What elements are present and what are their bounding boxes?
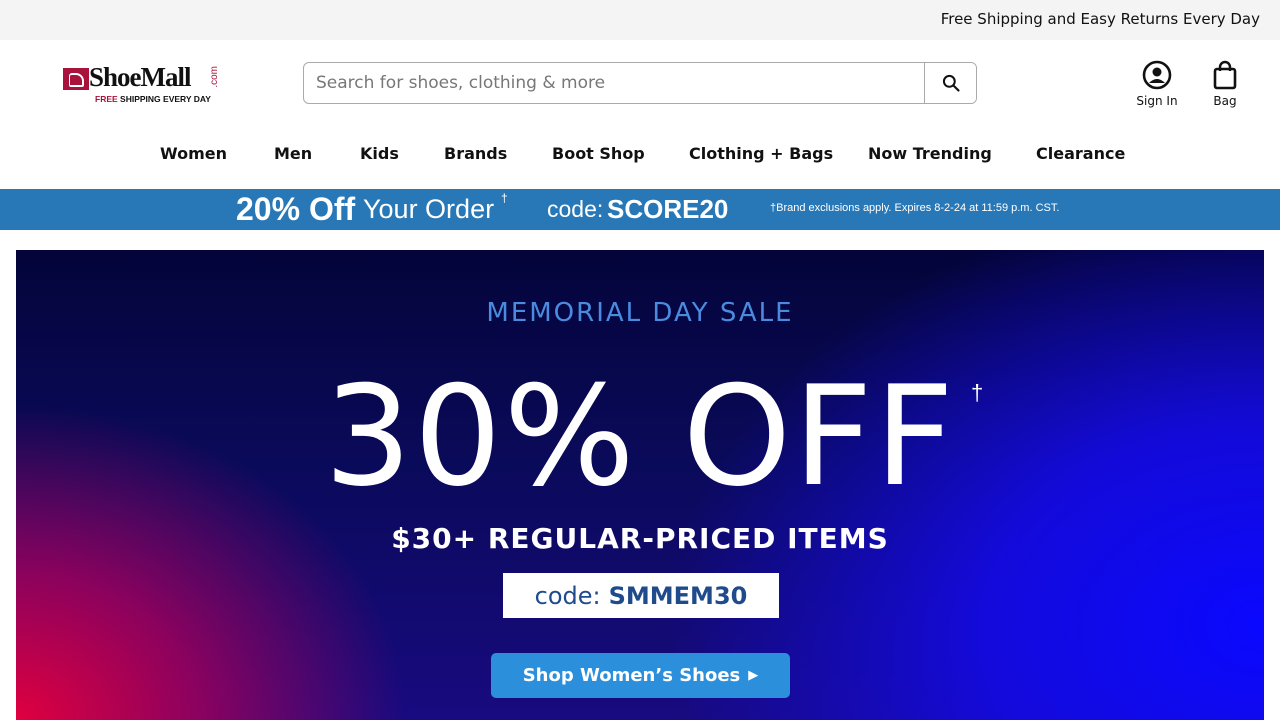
search-input[interactable] [304, 63, 926, 103]
nav-item-now-trending[interactable]: Now Trending [868, 144, 992, 163]
logo-tagline: FREE SHIPPING EVERY DAY [95, 94, 211, 104]
hero-kicker: MEMORIAL DAY SALE [486, 298, 794, 328]
shopping-bag-icon [1213, 60, 1237, 90]
user-circle-icon [1142, 60, 1172, 90]
promo-code-label: code: [547, 196, 604, 222]
shop-button-label: Shop Women’s Shoes [522, 665, 741, 686]
shoemall-logo[interactable]: ShoeMall .com FREE SHIPPING EVERY DAY [63, 62, 223, 106]
shipping-message: Free Shipping and Easy Returns Every Day [940, 10, 1260, 28]
sign-in-button[interactable]: Sign In [1134, 60, 1180, 108]
promo-fine-print: †Brand exclusions apply. Expires 8-2-24 … [770, 202, 1060, 214]
top-announcement-bar: Free Shipping and Easy Returns Every Day [0, 0, 1280, 40]
search-bar [303, 62, 977, 104]
search-button[interactable] [924, 63, 976, 103]
promo-banner[interactable]: 20% Off Your Order † code: SCORE20 †Bran… [0, 189, 1280, 230]
hero-dagger: † [971, 380, 984, 405]
nav-item-clothing-bags[interactable]: Clothing + Bags [689, 144, 833, 163]
promo-your-order: Your Order [363, 194, 495, 224]
nav-item-clearance[interactable]: Clearance [1036, 144, 1125, 163]
promo-code: SCORE20 [607, 194, 729, 224]
hero-code: SMMEM30 [608, 581, 748, 610]
promo-discount: 20% Off [236, 191, 356, 227]
search-icon [942, 74, 960, 92]
bag-label: Bag [1213, 94, 1237, 108]
nav-item-brands[interactable]: Brands [444, 144, 507, 163]
nav-item-women[interactable]: Women [160, 144, 227, 163]
sign-in-label: Sign In [1136, 94, 1178, 108]
logo-suffix: .com [209, 66, 220, 88]
logo-wordmark: ShoeMall [89, 62, 192, 92]
hero-banner[interactable]: MEMORIAL DAY SALE 30% OFF † $30+ REGULAR… [16, 250, 1264, 720]
hero-code-box: code: SMMEM30 [503, 573, 779, 618]
logo-tagline-free: FREE [95, 94, 118, 104]
main-navigation: Women Men Kids Brands Boot Shop Clothing… [0, 128, 1280, 189]
nav-item-kids[interactable]: Kids [360, 144, 399, 163]
shoe-logo-icon [63, 68, 89, 90]
caret-right-icon: ▶ [748, 668, 759, 683]
nav-item-boot-shop[interactable]: Boot Shop [552, 144, 645, 163]
logo-tagline-rest: SHIPPING EVERY DAY [120, 94, 211, 104]
nav-item-men[interactable]: Men [274, 144, 312, 163]
hero-headline: 30% OFF [324, 356, 956, 517]
site-header: ShoeMall .com FREE SHIPPING EVERY DAY Si… [0, 40, 1280, 128]
hero-subhead: $30+ REGULAR-PRICED ITEMS [391, 522, 889, 555]
promo-dagger: † [501, 191, 508, 205]
hero-code-label: code: [534, 581, 601, 610]
bag-button[interactable]: Bag [1205, 60, 1245, 108]
shop-womens-shoes-button[interactable]: Shop Women’s Shoes ▶ [491, 653, 790, 698]
